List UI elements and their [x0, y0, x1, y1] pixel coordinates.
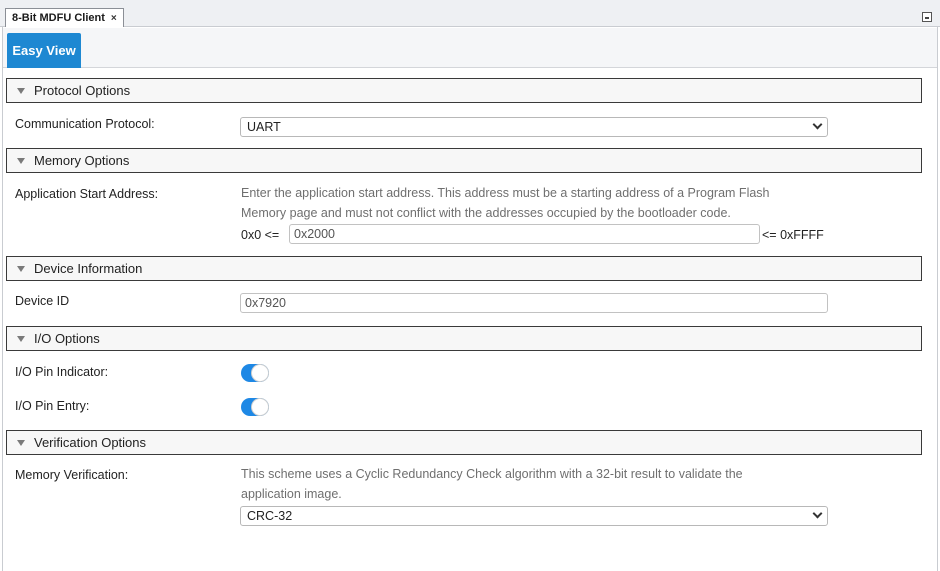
minimize-icon[interactable]	[922, 12, 932, 22]
section-title: Memory Options	[34, 153, 130, 168]
application-start-address-label: Application Start Address:	[15, 187, 159, 201]
select-value: CRC-32	[247, 509, 293, 523]
toggle-knob	[251, 398, 269, 416]
communication-protocol-select[interactable]: UART	[240, 117, 828, 137]
section-protocol-options[interactable]: Protocol Options	[6, 78, 922, 103]
collapse-triangle-icon[interactable]	[17, 335, 25, 342]
memory-verification-label: Memory Verification:	[15, 468, 129, 482]
io-pin-entry-toggle[interactable]	[241, 398, 269, 416]
memory-verification-select[interactable]: CRC-32	[240, 506, 828, 526]
io-pin-indicator-label: I/O Pin Indicator:	[15, 365, 109, 379]
editor-tab-strip: 8-Bit MDFU Client ×	[0, 0, 940, 27]
toggle-knob	[251, 364, 269, 382]
io-pin-indicator-toggle[interactable]	[241, 364, 269, 382]
collapse-triangle-icon[interactable]	[17, 87, 25, 94]
section-title: I/O Options	[34, 331, 100, 346]
io-pin-entry-label: I/O Pin Entry:	[15, 399, 90, 413]
collapse-triangle-icon[interactable]	[17, 157, 25, 164]
description-line: Enter the application start address. Thi…	[241, 186, 770, 200]
collapse-triangle-icon[interactable]	[17, 265, 25, 272]
device-id-label: Device ID	[15, 294, 70, 308]
description-line: This scheme uses a Cyclic Redundancy Che…	[241, 467, 743, 481]
description-line: Memory page and must not conflict with t…	[241, 206, 731, 220]
description-line: application image.	[241, 487, 342, 501]
view-bar: Easy View	[3, 28, 937, 68]
application-start-address-description: Enter the application start address. Thi…	[241, 183, 831, 223]
section-memory-options[interactable]: Memory Options	[6, 148, 922, 173]
section-title: Device Information	[34, 261, 143, 276]
select-value: UART	[247, 120, 281, 134]
tab-mdfu-client[interactable]: 8-Bit MDFU Client ×	[5, 8, 124, 27]
max-range-label: <= 0xFFFF	[762, 228, 824, 242]
min-range-label: 0x0 <=	[241, 228, 280, 242]
chevron-down-icon	[812, 119, 823, 130]
close-icon[interactable]: ×	[111, 13, 117, 24]
tab-easy-view[interactable]: Easy View	[7, 33, 81, 68]
chevron-down-icon	[812, 508, 823, 519]
tab-title: 8-Bit MDFU Client	[12, 12, 105, 24]
memory-verification-description: This scheme uses a Cyclic Redundancy Che…	[241, 464, 831, 504]
application-start-address-input[interactable]: 0x2000	[289, 224, 760, 244]
communication-protocol-label: Communication Protocol:	[15, 117, 155, 131]
section-io-options[interactable]: I/O Options	[6, 326, 922, 351]
section-verification-options[interactable]: Verification Options	[6, 430, 922, 455]
section-device-information[interactable]: Device Information	[6, 256, 922, 281]
section-title: Protocol Options	[34, 83, 131, 98]
device-id-field[interactable]: 0x7920	[240, 293, 828, 313]
collapse-triangle-icon[interactable]	[17, 439, 25, 446]
section-title: Verification Options	[34, 435, 147, 450]
